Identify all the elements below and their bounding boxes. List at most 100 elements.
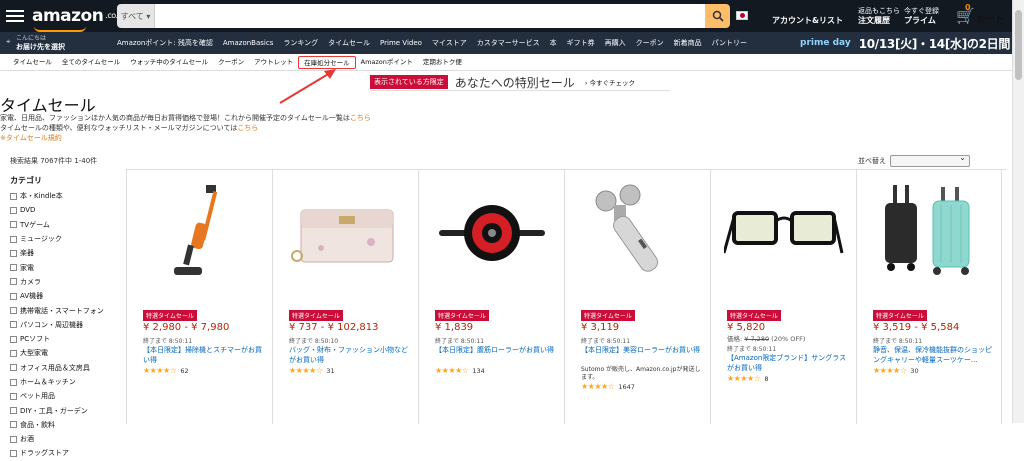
nav2-link[interactable]: パントリー [712,38,747,48]
terms-link[interactable]: ※タイムセール規約 [0,133,371,143]
nav2-link[interactable]: 新着商品 [674,38,702,48]
checkbox[interactable] [10,206,17,214]
category-item[interactable]: 楽器 [10,246,122,260]
checkbox[interactable] [10,292,17,300]
rating[interactable]: ★★★★☆ 1647 [581,382,635,391]
scrollbar-thumb[interactable] [1015,10,1022,80]
prime-menu[interactable]: 今すぐ登録 プライム [904,7,939,25]
prime-day-banner[interactable]: prime day 10/13[火]・14[水]の2日間 [800,34,1010,52]
category-item[interactable]: PCソフト [10,332,122,346]
nav2-link[interactable]: カスタマーサービス [477,38,540,48]
category-item[interactable]: ペット用品 [10,389,122,403]
facial-roller-icon[interactable] [573,178,703,288]
category-item[interactable]: お酒 [10,432,122,446]
category-item[interactable]: 携帯電話・スマートフォン [10,303,122,317]
cart-button[interactable]: 🛒 カート [956,7,1004,25]
category-item[interactable]: AV機器 [10,289,122,303]
orders-link[interactable]: 返品もこちら 注文履歴 [858,7,900,25]
category-item[interactable]: 家電 [10,260,122,274]
upcoming-deals-link[interactable]: こちら [350,114,371,122]
product-title[interactable]: 【本日限定】掃除機とスチマーがお買い得 [143,346,263,365]
subnav-link[interactable]: Amazonポイント [356,56,418,69]
suitcase-icon[interactable] [865,178,995,288]
search-input[interactable] [155,4,705,28]
checkbox[interactable] [10,449,17,457]
product-card[interactable]: 特選タイムセール ¥ 737 - ¥ 102,813 終了まで 8:50:10 バッグ… [272,170,418,424]
checkbox[interactable] [10,235,17,243]
vacuum-cleaner-icon[interactable] [135,178,265,288]
checkbox[interactable] [10,335,17,343]
nav2-link[interactable]: Prime Video [380,39,422,47]
category-item[interactable]: オフィス用品＆文房具 [10,361,122,375]
checkbox[interactable] [10,421,17,429]
subnav-link[interactable]: クーポン [213,56,249,69]
product-title[interactable]: 【本日限定】美容ローラーがお買い得 [581,346,701,356]
product-card[interactable]: 特選タイムセール ¥ 3,519 - ¥ 5,584 終了まで 8:50:11 静音、… [856,170,1002,424]
account-lists-menu[interactable]: アカウント&リスト [772,7,843,25]
nav2-link[interactable]: ギフト券 [567,38,595,48]
search-category-select[interactable]: すべて ▾ [117,4,155,28]
category-item[interactable]: DVD [10,203,122,217]
nav2-link[interactable]: 再購入 [605,38,626,48]
category-item[interactable]: 食品・飲料 [10,418,122,432]
subnav-link[interactable]: 定期おトク便 [418,56,467,69]
category-item[interactable]: 大型家電 [10,346,122,360]
nav2-link[interactable]: ランキング [283,38,318,48]
checkbox[interactable] [10,349,17,357]
product-title[interactable]: 【本日限定】腹筋ローラーがお買い得 [435,346,555,356]
search-button[interactable] [705,4,730,28]
checkbox[interactable] [10,321,17,329]
category-item[interactable]: DIY・工具・ガーデン [10,403,122,417]
product-card[interactable]: 特選タイムセール ¥ 3,119 終了まで 8:50:11 【本日限定】美容ローラーが… [564,170,710,424]
checkbox[interactable] [10,364,17,372]
ab-roller-icon[interactable] [427,178,557,288]
checkbox[interactable] [10,192,17,200]
nav2-link[interactable]: クーポン [636,38,664,48]
category-item[interactable]: ドラッグストア [10,446,122,460]
checkbox[interactable] [10,264,17,272]
nav2-link[interactable]: 本 [550,38,557,48]
nav2-link[interactable]: マイストア [432,38,467,48]
rating[interactable]: ★★★★☆ 134 [435,366,485,375]
subnav-link[interactable]: ウォッチ中のタイムセール [125,56,213,69]
check-now-link[interactable]: › 今すぐチェック [585,77,635,87]
product-card[interactable]: 特選タイムセール ¥ 1,839 終了まで 8:50:11 【本日限定】腹筋ローラーが… [418,170,564,424]
nav2-link[interactable]: AmazonBasics [223,39,273,47]
wallet-icon[interactable] [281,178,411,288]
checkbox[interactable] [10,392,17,400]
delivery-location[interactable]: ⌖ こんにちは お届け先を選択 [6,35,65,51]
special-sale-banner[interactable]: 表示されている方限定 あなたへの特別セール › 今すぐチェック [370,74,670,91]
checkbox[interactable] [10,307,17,315]
category-item[interactable]: 本・Kindle本 [10,189,122,203]
checkbox[interactable] [10,221,17,229]
subnav-link[interactable]: 全てのタイムセール [57,56,125,69]
category-item[interactable]: カメラ [10,275,122,289]
hamburger-menu-icon[interactable] [6,10,24,22]
product-card[interactable]: 特選タイムセール ¥ 2,980 - ¥ 7,980 終了まで 8:50:11 【本日… [126,170,272,424]
amazon-logo[interactable]: amazon .co.jp [32,6,124,32]
product-card[interactable]: 特選タイムセール ¥ 5,820 価格: ¥ 7,280 (20% OFF) 終了まで… [710,170,856,424]
checkbox[interactable] [10,278,17,286]
product-title[interactable]: 静音、保温、保冷機能抜群のショッピングキャリーや軽量スーツケー... [873,346,993,365]
rating[interactable]: ★★★★☆ 30 [873,366,919,375]
checkbox[interactable] [10,378,17,386]
product-title[interactable]: 【Amazon限定ブランド】サングラスがお買い得 [727,354,847,373]
category-item[interactable]: TVゲーム [10,218,122,232]
scrollbar[interactable] [1012,0,1024,423]
category-item[interactable]: ミュージック [10,232,122,246]
japan-flag-icon[interactable] [736,11,748,20]
category-item[interactable]: ホーム＆キッチン [10,375,122,389]
glasses-icon[interactable] [719,178,849,288]
product-title[interactable]: バッグ・財布・ファッション小物などがお買い得 [289,346,409,365]
subnav-title[interactable]: タイムセール [13,56,57,69]
watchlist-info-link[interactable]: こちら [237,124,258,132]
sort-select[interactable] [890,153,970,167]
rating[interactable]: ★★★★☆ 31 [289,366,335,375]
rating[interactable]: ★★★★☆ 8 [727,374,769,383]
checkbox[interactable] [10,435,17,443]
checkbox[interactable] [10,407,17,415]
rating[interactable]: ★★★★☆ 62 [143,366,189,375]
checkbox[interactable] [10,249,17,257]
nav2-link[interactable]: Amazonポイント: 残高を確認 [117,38,213,48]
category-item[interactable]: パソコン・周辺機器 [10,318,122,332]
